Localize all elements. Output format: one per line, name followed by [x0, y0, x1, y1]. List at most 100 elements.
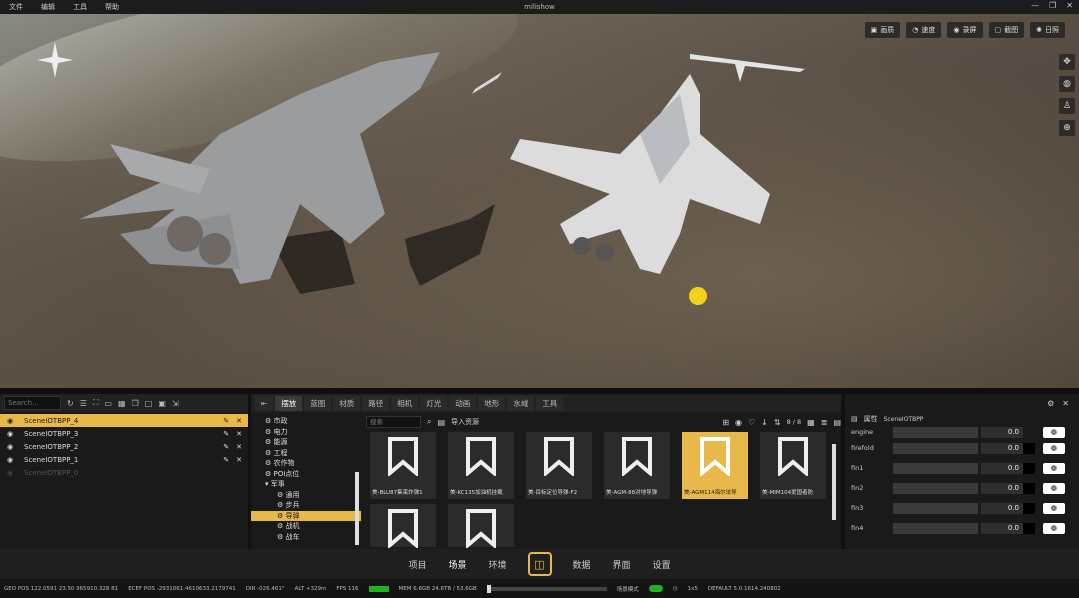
asset-card[interactable]: 美-AGM114海尔法导 [682, 432, 748, 499]
sort-icon[interactable]: ⇅ [774, 418, 781, 427]
tab-light[interactable]: 灯光 [420, 395, 448, 411]
color-swatch[interactable] [1023, 502, 1035, 514]
tab-animation[interactable]: 动画 [449, 395, 477, 411]
scene-item[interactable]: ◉ SceneIOTBPP_0 [0, 466, 248, 479]
delete-icon[interactable]: ✕ [236, 443, 242, 451]
nav-project[interactable]: 项目 [398, 558, 438, 571]
asset-card[interactable]: 美-目标定位导弹-F2 [526, 432, 592, 499]
tree-item[interactable]: ⚙ 战车 [251, 532, 361, 543]
arrow-down-icon[interactable]: ↓ [761, 418, 768, 427]
edit-icon[interactable]: ✎ [223, 456, 229, 464]
asset-card[interactable]: 美-AGM-88对地导弹 [604, 432, 670, 499]
property-slider[interactable] [893, 482, 978, 494]
speed-button[interactable]: ◔ 速度 [906, 22, 942, 38]
quality-button[interactable]: ▣ 画质 [864, 22, 901, 38]
visible-icon[interactable]: ◉ [7, 443, 13, 451]
grid-view-icon[interactable]: ▦ [807, 418, 815, 427]
palette-icon[interactable]: ❁ [1043, 482, 1065, 494]
palette-icon[interactable]: ❁ [1043, 502, 1065, 514]
camera-icon[interactable]: ▣ [158, 399, 166, 408]
tree-item[interactable]: ⚙ 战机 [251, 521, 361, 532]
close-icon[interactable]: ✕ [1066, 1, 1073, 10]
asset-scrollbar[interactable] [832, 444, 836, 520]
color-swatch[interactable] [1023, 482, 1035, 494]
nav-data[interactable]: 数据 [562, 558, 602, 571]
sunlight-button[interactable]: ✺ 日照 [1030, 22, 1065, 38]
grid-icon[interactable]: ▦ [118, 399, 126, 408]
color-swatch[interactable] [1023, 442, 1035, 454]
tab-water[interactable]: 水域 [507, 395, 535, 411]
folder-icon[interactable]: ▭ [104, 399, 112, 408]
export-icon[interactable]: ⇲ [172, 399, 179, 408]
tab-place[interactable]: 摆放 [275, 395, 303, 411]
tree-item[interactable]: ⚙ 通用 [251, 490, 361, 501]
edit-icon[interactable]: ✎ [223, 430, 229, 438]
visible-icon[interactable]: ◉ [7, 430, 13, 438]
globe-icon[interactable]: ◍ [1059, 76, 1075, 92]
edit-icon[interactable]: ✎ [223, 443, 229, 451]
globe2-icon[interactable]: ⊕ [1059, 120, 1075, 136]
palette-icon[interactable]: ❁ [1043, 426, 1065, 438]
visible-icon[interactable]: ◉ [7, 469, 13, 477]
delete-icon[interactable]: ✕ [236, 430, 242, 438]
property-slider[interactable] [893, 502, 978, 514]
delete-icon[interactable]: ✕ [236, 456, 242, 464]
maximize-icon[interactable]: ❐ [1049, 1, 1056, 10]
asset-card[interactable] [448, 504, 514, 548]
asset-card[interactable]: 美-BLU87集束炸弹1 [370, 432, 436, 499]
property-value[interactable]: 0.0 [981, 442, 1023, 454]
menu-edit[interactable]: 编辑 [32, 2, 64, 12]
layers-icon[interactable]: ☰ [80, 399, 87, 408]
tree-item[interactable]: ⚙ 能源 [251, 437, 361, 448]
copy-icon[interactable]: ❐ [132, 399, 139, 408]
property-value[interactable]: 0.0 [981, 522, 1023, 534]
property-value[interactable]: 0.0 [981, 502, 1023, 514]
screenshot-button[interactable]: ▢ 截图 [988, 22, 1025, 38]
scene-item[interactable]: ◉ SceneIOTBPP_4 ✎ ✕ [0, 414, 248, 427]
palette-icon[interactable]: ❁ [1043, 462, 1065, 474]
square-icon[interactable]: □ [145, 399, 153, 408]
tree-item[interactable]: ▾ 军事 [251, 479, 361, 490]
heart-icon[interactable]: ♡ [748, 418, 755, 427]
property-slider[interactable] [893, 426, 978, 438]
tree-item[interactable]: ⚙ 步兵 [251, 500, 361, 511]
tree-item[interactable]: ⚙ 电力 [251, 427, 361, 438]
tab-tools[interactable]: 工具 [536, 395, 564, 411]
tree-item[interactable]: ⚙ 导弹 [251, 510, 361, 521]
color-swatch[interactable] [1023, 462, 1035, 474]
tree-scrollbar[interactable] [355, 472, 359, 545]
nav-interface[interactable]: 界面 [602, 558, 642, 571]
move-icon[interactable]: ✥ [1059, 54, 1075, 70]
list-view-icon[interactable]: ≣ [821, 418, 828, 427]
asset-card[interactable]: 美-KC135加油机挂载 [448, 432, 514, 499]
palette-icon[interactable]: ❁ [1043, 442, 1065, 454]
import-icon[interactable]: ▤ [437, 418, 445, 427]
detail-view-icon[interactable]: ▤ [833, 418, 841, 427]
tab-blueprint[interactable]: 蓝图 [304, 395, 332, 411]
tab-camera[interactable]: 相机 [391, 395, 419, 411]
scene-viewport[interactable]: ▣ 画质 ◔ 速度 ◉ 录屏 ▢ 截图 ✺ 日照 ✥ ◍ ♙ ⊕ [0, 14, 1079, 388]
menu-help[interactable]: 帮助 [96, 2, 128, 12]
tree-item[interactable]: ⚙ 工程 [251, 448, 361, 459]
tree-item[interactable]: ⚙ 市政 [251, 416, 361, 427]
nav-settings[interactable]: 设置 [642, 558, 682, 571]
property-slider[interactable] [893, 462, 978, 474]
import-button[interactable]: 导入资源 [451, 417, 479, 427]
tag-icon[interactable]: ◉ [735, 418, 742, 427]
color-swatch[interactable] [1023, 522, 1035, 534]
fit-icon[interactable]: ⛶ [93, 398, 99, 408]
outliner-search-input[interactable]: Search... [4, 396, 61, 410]
collapse-icon[interactable]: ⇤ [255, 396, 274, 410]
search-icon[interactable]: ⌕ [427, 417, 431, 427]
visible-icon[interactable]: ◉ [7, 417, 13, 425]
tree-item[interactable]: ⚙ 农作物 [251, 458, 361, 469]
property-slider[interactable] [893, 522, 978, 534]
record-button[interactable]: ◉ 录屏 [947, 22, 983, 38]
menu-file[interactable]: 文件 [0, 2, 32, 12]
visible-icon[interactable]: ◉ [7, 456, 13, 464]
close-icon[interactable]: ✕ [1062, 399, 1069, 408]
timeline-slider[interactable] [486, 584, 607, 593]
tab-material[interactable]: 材质 [333, 395, 361, 411]
property-slider[interactable] [893, 442, 978, 454]
menu-tools[interactable]: 工具 [64, 2, 96, 12]
